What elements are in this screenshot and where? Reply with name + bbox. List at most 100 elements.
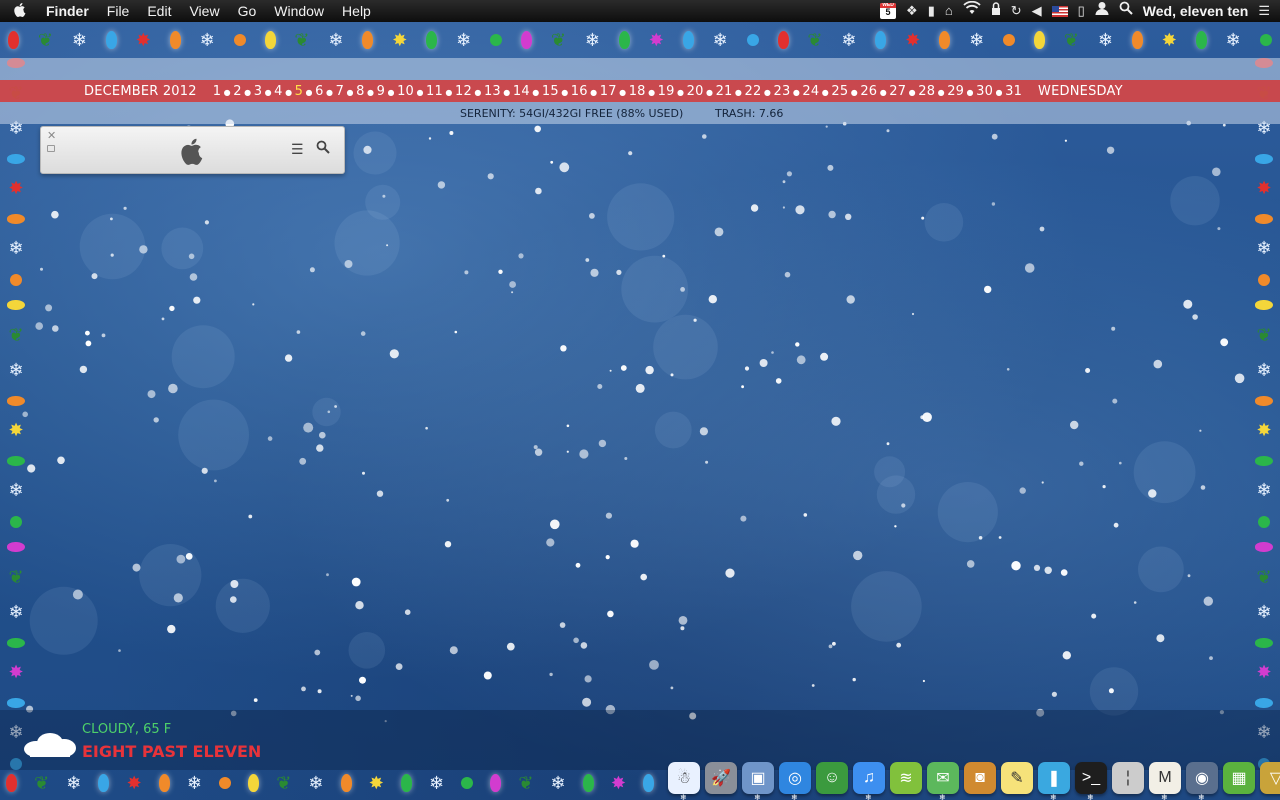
calendar-separator: ● <box>677 87 685 97</box>
star-light-icon: ✸ <box>1256 178 1272 199</box>
candle-icon[interactable]: ¦ <box>1112 762 1144 794</box>
notification-center-icon[interactable]: ☰ <box>1258 0 1270 22</box>
calendar-separator: ● <box>264 87 272 97</box>
iphoto-icon[interactable]: ◙ <box>964 762 996 794</box>
light-bulb-icon <box>7 455 25 466</box>
search-icon[interactable] <box>316 140 330 159</box>
holly-icon: ❦ <box>1256 566 1272 587</box>
snowflake-icon: ❄ <box>1256 238 1272 259</box>
snowflake-icon: ❄ <box>1256 602 1272 623</box>
snowflake-icon: ❄ <box>308 772 324 793</box>
calendar-day: 9 <box>376 83 386 99</box>
messages-icon[interactable]: ✉ ❄ <box>927 762 959 800</box>
dock-app-glyph: ✉ <box>936 770 950 787</box>
safari-icon[interactable]: ◎ ❄ <box>779 762 811 800</box>
calendar-day: 31 <box>1005 83 1023 99</box>
volume-icon[interactable]: ◀ <box>1032 0 1042 22</box>
running-indicator: ❄ <box>1198 793 1205 800</box>
calendar-day: 20 <box>686 83 704 99</box>
calendar-day: 17 <box>599 83 617 99</box>
light-bulb-icon <box>158 774 170 792</box>
adium-icon[interactable]: ☺ <box>816 762 848 794</box>
finder-mini-widget[interactable]: ✕ ☰ <box>40 126 345 174</box>
list-icon[interactable]: ☰ <box>291 141 304 158</box>
star-light-icon: ✸ <box>392 29 408 50</box>
calendar-separator: ● <box>619 87 627 97</box>
star-light-icon: ✸ <box>610 772 626 793</box>
launchpad-icon[interactable]: 🚀 <box>705 762 737 794</box>
calendar-day: 11 <box>426 83 443 99</box>
calendar-status-icon[interactable]: WED 5 <box>880 3 897 19</box>
notes-icon[interactable]: ✎ <box>1001 762 1033 794</box>
book-icon[interactable]: ▮ <box>928 0 935 22</box>
dropbox-icon[interactable]: ❖ <box>906 0 918 22</box>
menu-clock[interactable]: Wed, eleven ten <box>1143 3 1249 19</box>
battery-icon[interactable]: ▯ <box>1078 0 1085 22</box>
snowman-icon[interactable]: ☃ ❄ <box>668 762 700 800</box>
terminal-icon[interactable]: >_ ❄ <box>1075 762 1107 800</box>
apple-menu-icon[interactable] <box>0 2 40 21</box>
menu-window[interactable]: Window <box>265 0 333 22</box>
time-machine-icon[interactable]: ◉ ❄ <box>1186 762 1218 800</box>
ornament-icon <box>1003 34 1016 46</box>
close-icon[interactable]: ✕ <box>47 129 56 142</box>
light-bulb-icon <box>618 31 630 49</box>
light-bulb-icon <box>1195 31 1207 49</box>
dock-app-glyph: >_ <box>1081 769 1101 786</box>
menu-file[interactable]: File <box>98 0 139 22</box>
snowflake-icon: ❄ <box>199 29 215 50</box>
dock-app-glyph: ◙ <box>975 769 985 786</box>
lock-icon[interactable] <box>991 0 1001 22</box>
calendar-icon-day: 5 <box>885 7 891 17</box>
menu-view[interactable]: View <box>180 0 228 22</box>
calendar-day: 8 <box>356 83 365 99</box>
holly-icon: ❦ <box>807 29 823 50</box>
preview-icon[interactable]: ▣ ❄ <box>742 762 774 800</box>
weather-condition: CLOUDY, 65 F <box>82 722 172 737</box>
us-flag-input-icon[interactable] <box>1051 5 1068 17</box>
calendar-separator: ● <box>734 87 743 97</box>
running-indicator: ❄ <box>865 793 872 800</box>
calendar-separator: ● <box>285 87 293 97</box>
star-light-icon: ✸ <box>368 772 384 793</box>
light-bulb-icon <box>1255 300 1273 311</box>
light-bulb-icon <box>1255 395 1273 406</box>
menu-app-finder[interactable]: Finder <box>40 0 98 22</box>
gift-icon[interactable]: ▦ <box>1223 762 1255 794</box>
calendar-separator: ● <box>503 87 511 97</box>
calendar-month-year: DECEMBER 2012 <box>84 83 197 99</box>
ornament-icon <box>490 34 503 46</box>
mail-icon[interactable]: M ❄ <box>1149 762 1181 800</box>
menu-edit[interactable]: Edit <box>138 0 180 22</box>
dock-app-glyph: ▽ <box>1269 770 1280 787</box>
calendar-separator: ● <box>937 87 945 97</box>
spotlight-search-icon[interactable] <box>1119 0 1133 22</box>
user-icon[interactable] <box>1095 0 1109 22</box>
ornament-icon <box>219 777 232 789</box>
home-icon[interactable]: ⌂ <box>945 0 953 22</box>
calendar-day: 14 <box>512 83 530 99</box>
star-light-icon: ✸ <box>648 29 664 50</box>
calendar-separator: ● <box>346 87 354 97</box>
spotify-icon[interactable]: ≋ <box>890 762 922 794</box>
running-indicator: ❄ <box>1050 793 1057 800</box>
menu-go[interactable]: Go <box>229 0 266 22</box>
time-machine-status-icon[interactable]: ↻ <box>1011 0 1022 22</box>
itunes-icon[interactable]: ♫ ❄ <box>853 762 885 800</box>
holly-icon: ❦ <box>1063 29 1079 50</box>
calendar-separator: ● <box>590 87 598 97</box>
bulb-icon[interactable]: ❚ ❄ <box>1038 762 1070 800</box>
wifi-icon[interactable] <box>963 0 981 22</box>
running-indicator: ❄ <box>791 793 798 800</box>
menu-help[interactable]: Help <box>333 0 380 22</box>
ornament-icon <box>746 34 759 46</box>
light-bulb-icon <box>521 31 532 49</box>
trash-icon[interactable]: ▽ <box>1260 762 1280 794</box>
light-bulb-icon <box>1255 542 1273 553</box>
minimize-icon[interactable] <box>47 145 55 152</box>
dock-app-glyph: ❚ <box>1047 770 1061 787</box>
star-light-icon: ✸ <box>8 420 24 441</box>
ornament-icon <box>1258 515 1270 528</box>
menu-bar: Finder File Edit View Go Window Help WED… <box>0 0 1280 22</box>
ornament-icon <box>1259 34 1272 46</box>
